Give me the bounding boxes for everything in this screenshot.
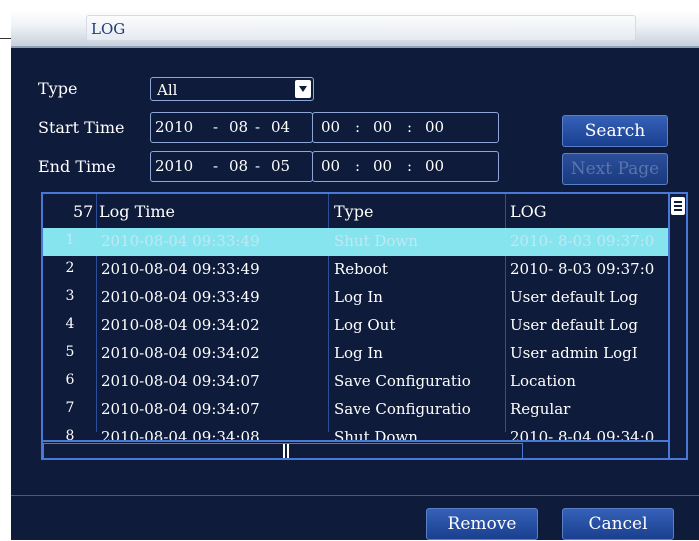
time-separator: : bbox=[407, 118, 413, 136]
date-separator: - bbox=[255, 157, 261, 175]
row-type: Shut Down bbox=[334, 428, 418, 440]
row-number: 8 bbox=[65, 428, 75, 440]
row-time: 2010-08-04 09:33:49 bbox=[101, 288, 260, 306]
search-button[interactable]: Search bbox=[562, 115, 668, 147]
start-minute[interactable]: 00 bbox=[373, 118, 392, 136]
start-year[interactable]: 2010 bbox=[155, 118, 193, 136]
end-year[interactable]: 2010 bbox=[155, 157, 193, 175]
next-page-button[interactable]: Next Page bbox=[562, 153, 668, 185]
row-type: Log In bbox=[334, 344, 383, 362]
row-number: 1 bbox=[65, 232, 75, 248]
end-day[interactable]: 05 bbox=[271, 157, 290, 175]
row-log: User admin LogI bbox=[510, 344, 638, 362]
row-time: 2010-08-04 09:34:02 bbox=[101, 344, 260, 362]
start-day[interactable]: 04 bbox=[271, 118, 290, 136]
start-time-field[interactable]: 00 : 00 : 00 bbox=[312, 112, 499, 143]
row-number: 7 bbox=[65, 400, 75, 416]
row-time: 2010-08-04 09:33:49 bbox=[101, 260, 260, 278]
log-dialog: LOG Type All Start Time 2010 - 08 - 04 0… bbox=[0, 10, 699, 540]
row-log: Location bbox=[510, 372, 576, 390]
type-select-value: All bbox=[157, 81, 178, 99]
time-separator: : bbox=[355, 157, 361, 175]
row-log: 2010- 8-04 09:34:0 bbox=[510, 428, 655, 440]
date-separator: - bbox=[255, 118, 261, 136]
end-hour[interactable]: 00 bbox=[321, 157, 340, 175]
table-row[interactable]: 4 2010-08-04 09:34:02 Log Out User defau… bbox=[43, 312, 668, 340]
row-type: Log Out bbox=[334, 316, 396, 334]
remove-button[interactable]: Remove bbox=[426, 508, 538, 540]
table-row[interactable]: 5 2010-08-04 09:34:02 Log In User admin … bbox=[43, 340, 668, 368]
row-time: 2010-08-04 09:33:49 bbox=[101, 232, 260, 250]
type-select[interactable]: All bbox=[150, 77, 314, 101]
row-time: 2010-08-04 09:34:08 bbox=[101, 428, 260, 440]
menu-lines-icon[interactable] bbox=[671, 197, 685, 215]
row-type: Shut Down bbox=[334, 232, 418, 250]
date-separator: - bbox=[213, 118, 219, 136]
time-separator: : bbox=[355, 118, 361, 136]
title-bar: LOG bbox=[0, 10, 699, 48]
row-number: 2 bbox=[65, 260, 75, 276]
row-number: 3 bbox=[65, 288, 75, 304]
row-log: User default Log bbox=[510, 316, 638, 334]
table-row[interactable]: 3 2010-08-04 09:33:49 Log In User defaul… bbox=[43, 284, 668, 312]
window-title: LOG bbox=[91, 20, 126, 38]
start-time-label: Start Time bbox=[38, 118, 125, 137]
row-type: Save Configuratio bbox=[334, 400, 471, 418]
log-table: 57 Log Time Type LOG 1 2010-08-04 09:33:… bbox=[41, 192, 688, 460]
cancel-button[interactable]: Cancel bbox=[562, 508, 674, 540]
vertical-scrollbar[interactable] bbox=[668, 194, 686, 460]
start-hour[interactable]: 00 bbox=[321, 118, 340, 136]
title-field bbox=[86, 15, 636, 41]
row-time: 2010-08-04 09:34:07 bbox=[101, 372, 260, 390]
table-row[interactable]: 7 2010-08-04 09:34:07 Save Configuratio … bbox=[43, 396, 668, 424]
row-log: 2010- 8-03 09:37:0 bbox=[510, 260, 655, 278]
table-row[interactable]: 6 2010-08-04 09:34:07 Save Configuratio … bbox=[43, 368, 668, 396]
header-log[interactable]: LOG bbox=[510, 202, 547, 221]
row-time: 2010-08-04 09:34:02 bbox=[101, 316, 260, 334]
row-log: User default Log bbox=[510, 288, 638, 306]
time-separator: : bbox=[407, 157, 413, 175]
row-number: 4 bbox=[65, 316, 75, 332]
start-date-field[interactable]: 2010 - 08 - 04 bbox=[150, 112, 313, 143]
grip-icon[interactable] bbox=[283, 444, 291, 458]
chevron-down-icon[interactable] bbox=[295, 80, 311, 98]
row-log: 2010- 8-03 09:37:0 bbox=[510, 232, 655, 250]
end-second[interactable]: 00 bbox=[425, 157, 444, 175]
end-month[interactable]: 08 bbox=[229, 157, 248, 175]
log-count: 57 bbox=[73, 202, 94, 221]
row-type: Save Configuratio bbox=[334, 372, 471, 390]
table-row[interactable]: 1 2010-08-04 09:33:49 Shut Down 2010- 8-… bbox=[43, 228, 668, 256]
start-month[interactable]: 08 bbox=[229, 118, 248, 136]
table-row[interactable]: 2 2010-08-04 09:33:49 Reboot 2010- 8-03 … bbox=[43, 256, 668, 284]
end-minute[interactable]: 00 bbox=[373, 157, 392, 175]
start-second[interactable]: 00 bbox=[425, 118, 444, 136]
table-row[interactable]: 8 2010-08-04 09:34:08 Shut Down 2010- 8-… bbox=[43, 424, 668, 440]
end-time-label: End Time bbox=[38, 157, 116, 176]
row-type: Reboot bbox=[334, 260, 388, 278]
end-time-field[interactable]: 00 : 00 : 00 bbox=[312, 151, 499, 182]
edge-tick bbox=[0, 38, 11, 39]
horizontal-scrollbar[interactable] bbox=[43, 440, 668, 460]
header-type[interactable]: Type bbox=[334, 202, 373, 221]
row-type: Log In bbox=[334, 288, 383, 306]
date-separator: - bbox=[213, 157, 219, 175]
row-number: 5 bbox=[65, 344, 75, 360]
row-time: 2010-08-04 09:34:07 bbox=[101, 400, 260, 418]
row-log: Regular bbox=[510, 400, 571, 418]
type-label: Type bbox=[38, 79, 78, 98]
header-log-time[interactable]: Log Time bbox=[99, 202, 175, 221]
row-number: 6 bbox=[65, 372, 75, 388]
end-date-field[interactable]: 2010 - 08 - 05 bbox=[150, 151, 313, 182]
